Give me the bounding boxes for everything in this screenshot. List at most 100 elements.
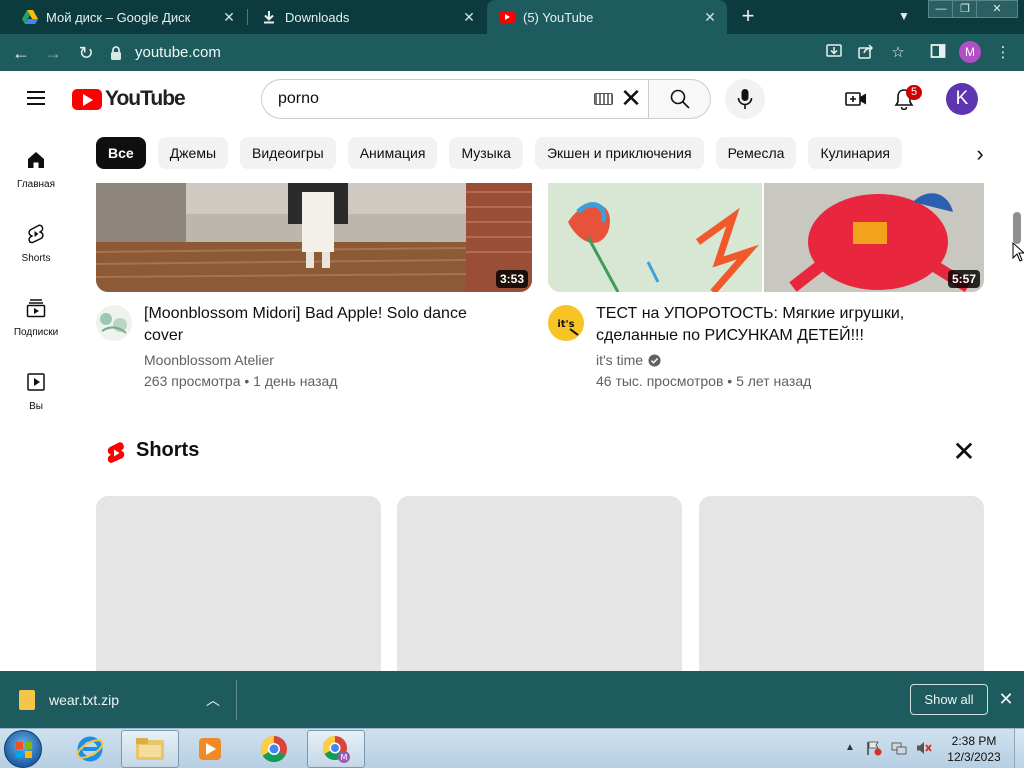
bookmark-star-icon[interactable]: ☆ bbox=[888, 43, 908, 63]
video-title-link[interactable]: [Moonblossom Midori] Bad Apple! Solo dan… bbox=[144, 303, 504, 347]
channel-avatar[interactable] bbox=[96, 305, 132, 341]
home-icon bbox=[24, 148, 48, 172]
page-scrollbar-thumb[interactable] bbox=[1013, 212, 1021, 244]
shorts-logo-icon bbox=[105, 441, 127, 465]
svg-text:it's: it's bbox=[557, 319, 574, 330]
microphone-icon bbox=[737, 89, 753, 109]
show-all-downloads-button[interactable]: Show all bbox=[910, 684, 988, 715]
back-arrow-icon[interactable]: ← bbox=[10, 42, 32, 64]
show-desktop-button[interactable] bbox=[1014, 729, 1024, 768]
mouse-cursor-icon bbox=[1012, 241, 1024, 262]
taskbar-internet-explorer[interactable] bbox=[61, 730, 119, 768]
short-placeholder-card[interactable] bbox=[699, 496, 984, 696]
voice-search-button[interactable] bbox=[725, 79, 765, 119]
volume-muted-icon[interactable] bbox=[916, 740, 932, 756]
install-app-icon[interactable] bbox=[824, 43, 844, 63]
account-avatar[interactable]: K bbox=[946, 83, 978, 115]
close-download-shelf-icon[interactable]: ✕ bbox=[997, 690, 1015, 708]
browser-profile-avatar[interactable]: M bbox=[959, 41, 981, 63]
address-bar[interactable]: youtube.com bbox=[110, 38, 920, 67]
download-separator bbox=[236, 680, 237, 720]
search-input[interactable]: porno bbox=[261, 79, 649, 119]
clock-date: 12/3/2023 bbox=[947, 750, 1001, 764]
thumbnail-image bbox=[96, 183, 532, 292]
chip-jams[interactable]: Джемы bbox=[157, 137, 229, 169]
windows-start-button[interactable] bbox=[4, 730, 42, 768]
search-icon bbox=[670, 89, 690, 109]
video-duration: 3:53 bbox=[495, 270, 528, 288]
tab-google-drive[interactable]: Мой диск – Google Диск ✕ bbox=[0, 0, 246, 34]
window-close-button[interactable]: ✕ bbox=[976, 0, 1018, 18]
download-shelf bbox=[0, 671, 1024, 728]
download-icon bbox=[261, 9, 277, 25]
forward-arrow-icon[interactable]: → bbox=[42, 42, 64, 64]
keyboard-icon[interactable] bbox=[594, 93, 613, 105]
youtube-logo[interactable]: YouTube bbox=[72, 87, 186, 111]
download-item[interactable]: wear.txt.zip bbox=[19, 690, 119, 710]
video-thumbnail[interactable]: 3:53 bbox=[96, 183, 532, 292]
taskbar-chrome-profile[interactable]: M bbox=[307, 730, 365, 768]
url-text: youtube.com bbox=[135, 44, 221, 61]
chevron-right-icon[interactable]: › bbox=[968, 142, 992, 166]
chip-video-games[interactable]: Видеоигры bbox=[240, 137, 336, 169]
chip-music[interactable]: Музыка bbox=[449, 137, 523, 169]
screen: Мой диск – Google Диск ✕ Downloads ✕ (5)… bbox=[0, 0, 1024, 768]
network-icon[interactable] bbox=[891, 740, 907, 756]
tab-search-chevron-icon[interactable]: ▼ bbox=[896, 9, 912, 25]
chevron-up-icon[interactable]: ︿ bbox=[205, 690, 221, 710]
channel-name-link[interactable]: it's time bbox=[596, 352, 661, 368]
create-video-icon[interactable] bbox=[844, 87, 868, 111]
video-metadata: 46 тыс. просмотров • 5 лет назад bbox=[596, 373, 812, 389]
short-placeholder-card[interactable] bbox=[397, 496, 682, 696]
close-icon[interactable]: ✕ bbox=[951, 438, 977, 466]
video-metadata: 263 просмотра • 1 день назад bbox=[144, 373, 338, 389]
tab-close-icon[interactable]: ✕ bbox=[222, 10, 236, 24]
system-clock[interactable]: 2:38 PM 12/3/2023 bbox=[944, 733, 1004, 765]
channel-name: it's time bbox=[596, 352, 644, 368]
action-center-flag-icon[interactable] bbox=[866, 740, 882, 756]
media-player-icon bbox=[199, 738, 221, 760]
taskbar-chrome[interactable] bbox=[245, 730, 303, 768]
lock-icon[interactable] bbox=[110, 45, 124, 60]
tab-title: Мой диск – Google Диск bbox=[46, 9, 191, 25]
notification-count-badge: 5 bbox=[906, 85, 922, 100]
tab-close-icon[interactable]: ✕ bbox=[703, 10, 717, 24]
reload-icon[interactable]: ↻ bbox=[75, 42, 97, 64]
thumbnail-image bbox=[548, 183, 984, 292]
tab-downloads[interactable]: Downloads ✕ bbox=[248, 0, 486, 34]
side-panel-icon[interactable] bbox=[928, 43, 948, 63]
maximize-button[interactable]: ❐ bbox=[952, 0, 978, 18]
chip-action-adventure[interactable]: Экшен и приключения bbox=[534, 137, 704, 169]
zip-file-icon bbox=[19, 690, 35, 710]
video-title-link[interactable]: ТЕСТ на УПОРОТОСТЬ: Мягкие игрушки, сдел… bbox=[596, 303, 956, 347]
tab-youtube[interactable]: (5) YouTube ✕ bbox=[487, 0, 727, 34]
folder-icon bbox=[136, 738, 164, 760]
chip-crafts[interactable]: Ремесла bbox=[715, 137, 797, 169]
channel-name-link[interactable]: Moonblossom Atelier bbox=[144, 352, 274, 368]
youtube-play-icon bbox=[72, 88, 102, 110]
clear-search-icon[interactable]: ✕ bbox=[620, 85, 642, 111]
chip-all[interactable]: Все bbox=[96, 137, 146, 169]
channel-avatar[interactable]: it's bbox=[548, 305, 584, 341]
search-button[interactable] bbox=[648, 79, 711, 119]
internet-explorer-icon bbox=[76, 736, 104, 762]
windows-logo-icon bbox=[16, 742, 32, 758]
download-file-name: wear.txt.zip bbox=[49, 692, 120, 708]
browser-tab-strip: Мой диск – Google Диск ✕ Downloads ✕ (5)… bbox=[0, 0, 1024, 34]
video-thumbnail[interactable]: 5:57 bbox=[548, 183, 984, 292]
short-placeholder-card[interactable] bbox=[96, 496, 381, 696]
tray-expand-icon[interactable]: ▲ bbox=[845, 742, 855, 753]
new-tab-button[interactable]: + bbox=[738, 5, 758, 27]
tab-close-icon[interactable]: ✕ bbox=[462, 10, 476, 24]
browser-menu-icon[interactable]: ⋮ bbox=[993, 43, 1013, 63]
youtube-logo-text: YouTube bbox=[105, 87, 186, 110]
chip-cooking[interactable]: Кулинария bbox=[808, 137, 902, 169]
taskbar-file-explorer[interactable] bbox=[121, 730, 179, 768]
taskbar-media-player[interactable] bbox=[181, 730, 239, 768]
verified-check-icon bbox=[648, 353, 661, 367]
chip-animation[interactable]: Анимация bbox=[347, 137, 438, 169]
chrome-profile-icon: M bbox=[322, 736, 350, 763]
minimize-button[interactable]: — bbox=[928, 0, 954, 18]
menu-hamburger-icon[interactable] bbox=[27, 91, 45, 105]
share-icon[interactable] bbox=[856, 43, 876, 63]
